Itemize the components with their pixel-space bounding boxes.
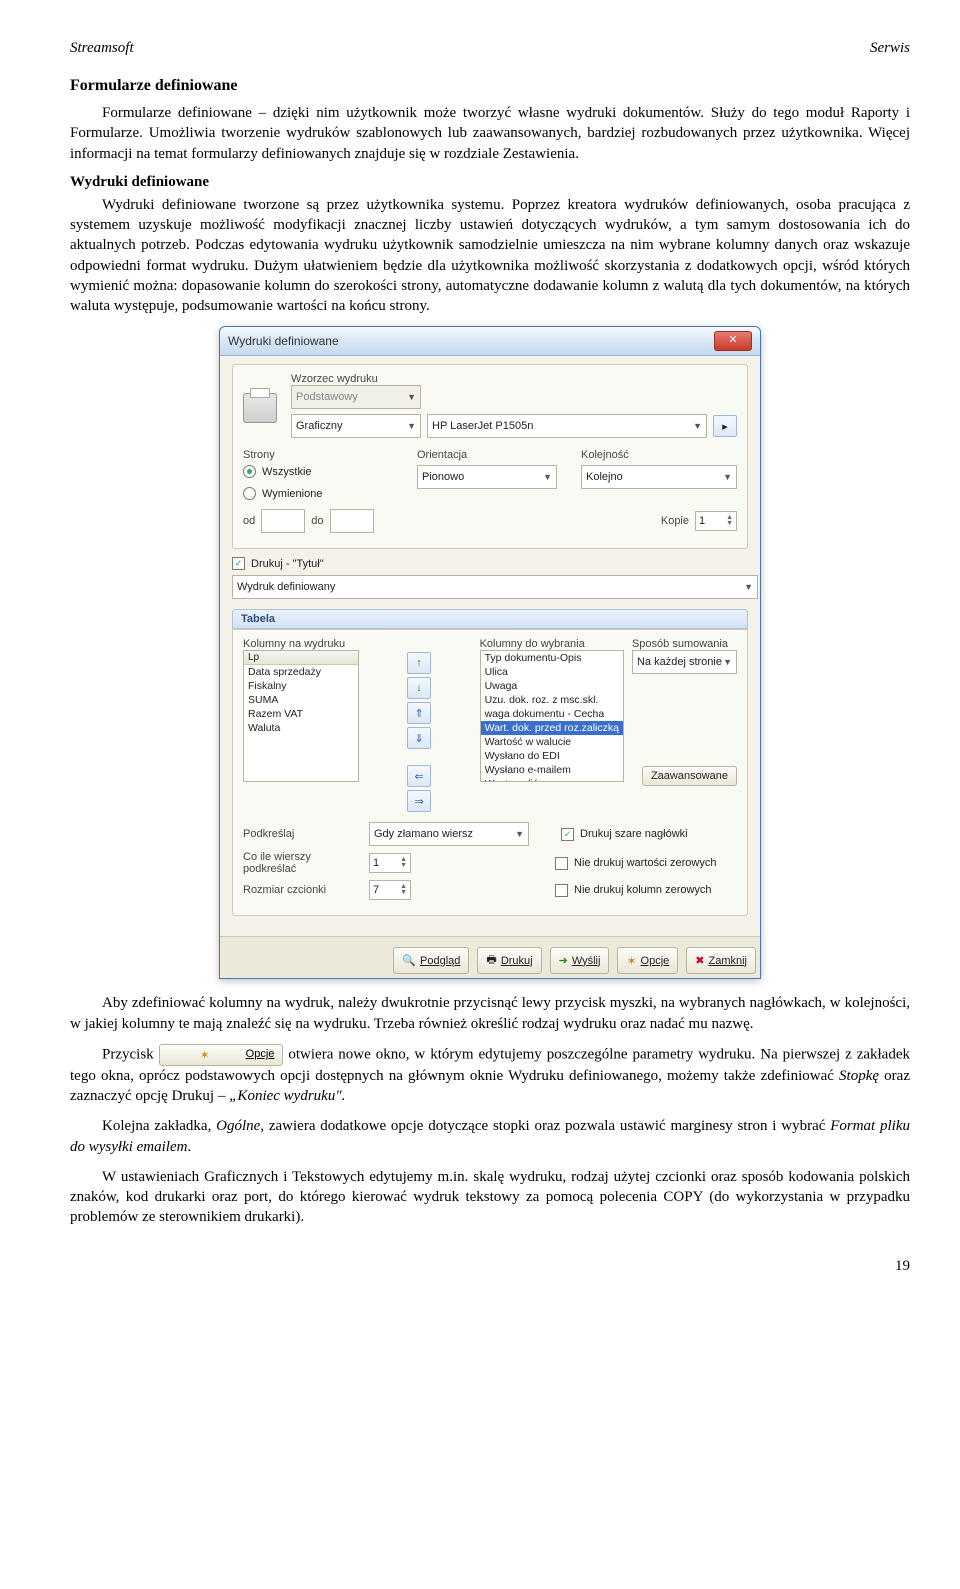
podglad-button[interactable]: 🔍Podgląd xyxy=(393,947,469,974)
paragraph-3: Aby zdefiniować kolumny na wydruk, należ… xyxy=(70,993,910,1034)
opcje-inline-button[interactable]: ✶Opcje xyxy=(159,1044,284,1066)
sposob-combo[interactable]: Na każdej stronie▼ xyxy=(632,650,737,674)
kol-wydruk-label: Kolumny na wydruku xyxy=(243,638,359,650)
niewart-check[interactable] xyxy=(555,857,568,870)
tytul-input[interactable]: Wydruk definiowany▼ xyxy=(232,575,758,599)
list-item[interactable]: Ulica xyxy=(481,665,623,679)
header-left: Streamsoft xyxy=(70,40,134,57)
subheading: Wydruki definiowane xyxy=(70,174,910,191)
kolejnosc-label: Kolejność xyxy=(581,449,737,461)
printer-icon xyxy=(243,393,277,423)
zamknij-button[interactable]: ✖Zamknij xyxy=(686,947,756,974)
coile-spinner[interactable]: 1▲▼ xyxy=(369,853,411,873)
list-item[interactable]: Typ dokumentu-Opis xyxy=(481,651,623,665)
drukuj-szare-label: Drukuj szare nagłówki xyxy=(580,828,688,840)
podkreslaj-combo[interactable]: Gdy złamano wiersz▼ xyxy=(369,822,529,846)
list-item[interactable]: SUMA xyxy=(244,693,358,707)
list-item[interactable]: Data sprzedaży xyxy=(244,665,358,679)
paragraph-1: Formularze definiowane – dzięki nim użyt… xyxy=(70,103,910,164)
orient-combo[interactable]: Pionowo▼ xyxy=(417,465,557,489)
dialog-wydruki: Wydruki definiowane ✕ Wzorzec wydruku Po… xyxy=(219,326,761,979)
gear-icon: ✶ xyxy=(168,1047,210,1063)
list-item[interactable]: Waluta xyxy=(244,721,358,735)
list-item[interactable]: Razem VAT xyxy=(244,707,358,721)
move-bottom-button[interactable]: ⇓ xyxy=(407,727,431,749)
kopie-spinner[interactable]: 1▲▼ xyxy=(695,511,737,531)
magnifier-icon: 🔍 xyxy=(402,954,416,967)
radio-wymienione-label: Wymienione xyxy=(262,488,322,500)
list-item[interactable]: Wysłano do EDI xyxy=(481,749,623,763)
paragraph-5: Kolejna zakładka, Ogólne, zawiera dodatk… xyxy=(70,1116,910,1157)
drukuj-button[interactable]: 🖶Drukuj xyxy=(477,947,541,974)
od-input[interactable] xyxy=(261,509,305,533)
kolejnosc-combo[interactable]: Kolejno▼ xyxy=(581,465,737,489)
sposob-label: Sposób sumowania xyxy=(632,638,737,650)
page-number: 19 xyxy=(70,1258,910,1275)
radio-wszystkie[interactable] xyxy=(243,465,256,478)
coile-label: Co ile wierszy podkreślać xyxy=(243,851,363,875)
wzorzec-combo[interactable]: Podstawowy▼ xyxy=(291,385,421,409)
od-label: od xyxy=(243,515,255,527)
move-up-button[interactable]: ↑ xyxy=(407,652,431,674)
move-down-button[interactable]: ↓ xyxy=(407,677,431,699)
niekol-label: Nie drukuj kolumn zerowych xyxy=(574,884,712,896)
kol-wyb-label: Kolumny do wybrania xyxy=(480,638,624,650)
drukuj-tytul-label: Drukuj - "Tytuł" xyxy=(251,558,324,570)
zaawansowane-button[interactable]: Zaawansowane xyxy=(642,766,737,786)
rozmiar-label: Rozmiar czcionki xyxy=(243,884,363,896)
strony-label: Strony xyxy=(243,449,393,461)
printer-combo[interactable]: HP LaserJet P1505n▼ xyxy=(427,414,707,438)
printer-next-button[interactable]: ▸ xyxy=(713,415,737,437)
wyslij-button[interactable]: ➜Wyślij xyxy=(550,947,610,974)
section-title: Formularze definiowane xyxy=(70,77,910,95)
drukuj-tytul-check[interactable]: ✓ xyxy=(232,557,245,570)
radio-wszystkie-label: Wszystkie xyxy=(262,466,312,478)
gear-icon: ✶ xyxy=(626,954,636,968)
paragraph-6: W ustawieniach Graficznych i Tekstowych … xyxy=(70,1167,910,1228)
rozmiar-spinner[interactable]: 7▲▼ xyxy=(369,880,411,900)
send-icon: ➜ xyxy=(559,954,568,967)
move-top-button[interactable]: ⇑ xyxy=(407,702,431,724)
titlebar: Wydruki definiowane ✕ xyxy=(220,327,760,356)
dialog-title: Wydruki definiowane xyxy=(228,334,339,348)
list-item[interactable]: Wysłano e-mailem xyxy=(481,763,623,777)
do-input[interactable] xyxy=(330,509,374,533)
close-icon: ✖ xyxy=(695,954,704,967)
orient-label: Orientacja xyxy=(417,449,557,461)
niewart-label: Nie drukuj wartości zerowych xyxy=(574,857,716,869)
do-label: do xyxy=(311,515,323,527)
list-item[interactable]: waga dokumentu - Cecha xyxy=(481,707,623,721)
list-item[interactable]: Fiskalny xyxy=(244,679,358,693)
kopie-label: Kopie xyxy=(661,515,689,527)
paragraph-2: Wydruki definiowane tworzone są przez uż… xyxy=(70,195,910,317)
list-item[interactable]: Uzu. dok. roz. z msc.skl. xyxy=(481,693,623,707)
move-left-button[interactable]: ⇐ xyxy=(407,765,431,787)
wzorzec-label: Wzorzec wydruku xyxy=(291,373,737,385)
printer-icon: 🖶 xyxy=(486,951,496,970)
drukuj-szare-check[interactable]: ✓ xyxy=(561,828,574,841)
close-icon[interactable]: ✕ xyxy=(714,331,752,351)
move-right-button[interactable]: ⇒ xyxy=(407,790,431,812)
list-header: Lp xyxy=(244,651,358,665)
list-item[interactable]: Wart. dok. przed roz.zaliczką xyxy=(481,721,623,735)
kol-wydruk-list[interactable]: Lp Data sprzedaży Fiskalny SUMA Razem VA… xyxy=(243,650,359,782)
header-right: Serwis xyxy=(870,40,910,57)
mode-combo[interactable]: Graficzny▼ xyxy=(291,414,421,438)
niekol-check[interactable] xyxy=(555,884,568,897)
podkreslaj-label: Podkreślaj xyxy=(243,828,363,840)
opcje-button[interactable]: ✶Opcje xyxy=(617,947,678,974)
paragraph-4: Przycisk ✶Opcje otwiera nowe okno, w któ… xyxy=(70,1044,910,1107)
list-item[interactable]: Uwaga xyxy=(481,679,623,693)
list-item[interactable]: Wartość w walucie xyxy=(481,735,623,749)
kol-wyb-list[interactable]: Typ dokumentu-Opis Ulica Uwaga Uzu. dok.… xyxy=(480,650,624,782)
tabela-header: Tabela xyxy=(232,609,748,629)
radio-wymienione[interactable] xyxy=(243,487,256,500)
list-item[interactable]: Wyst. na liś.przewozowym xyxy=(481,777,623,782)
